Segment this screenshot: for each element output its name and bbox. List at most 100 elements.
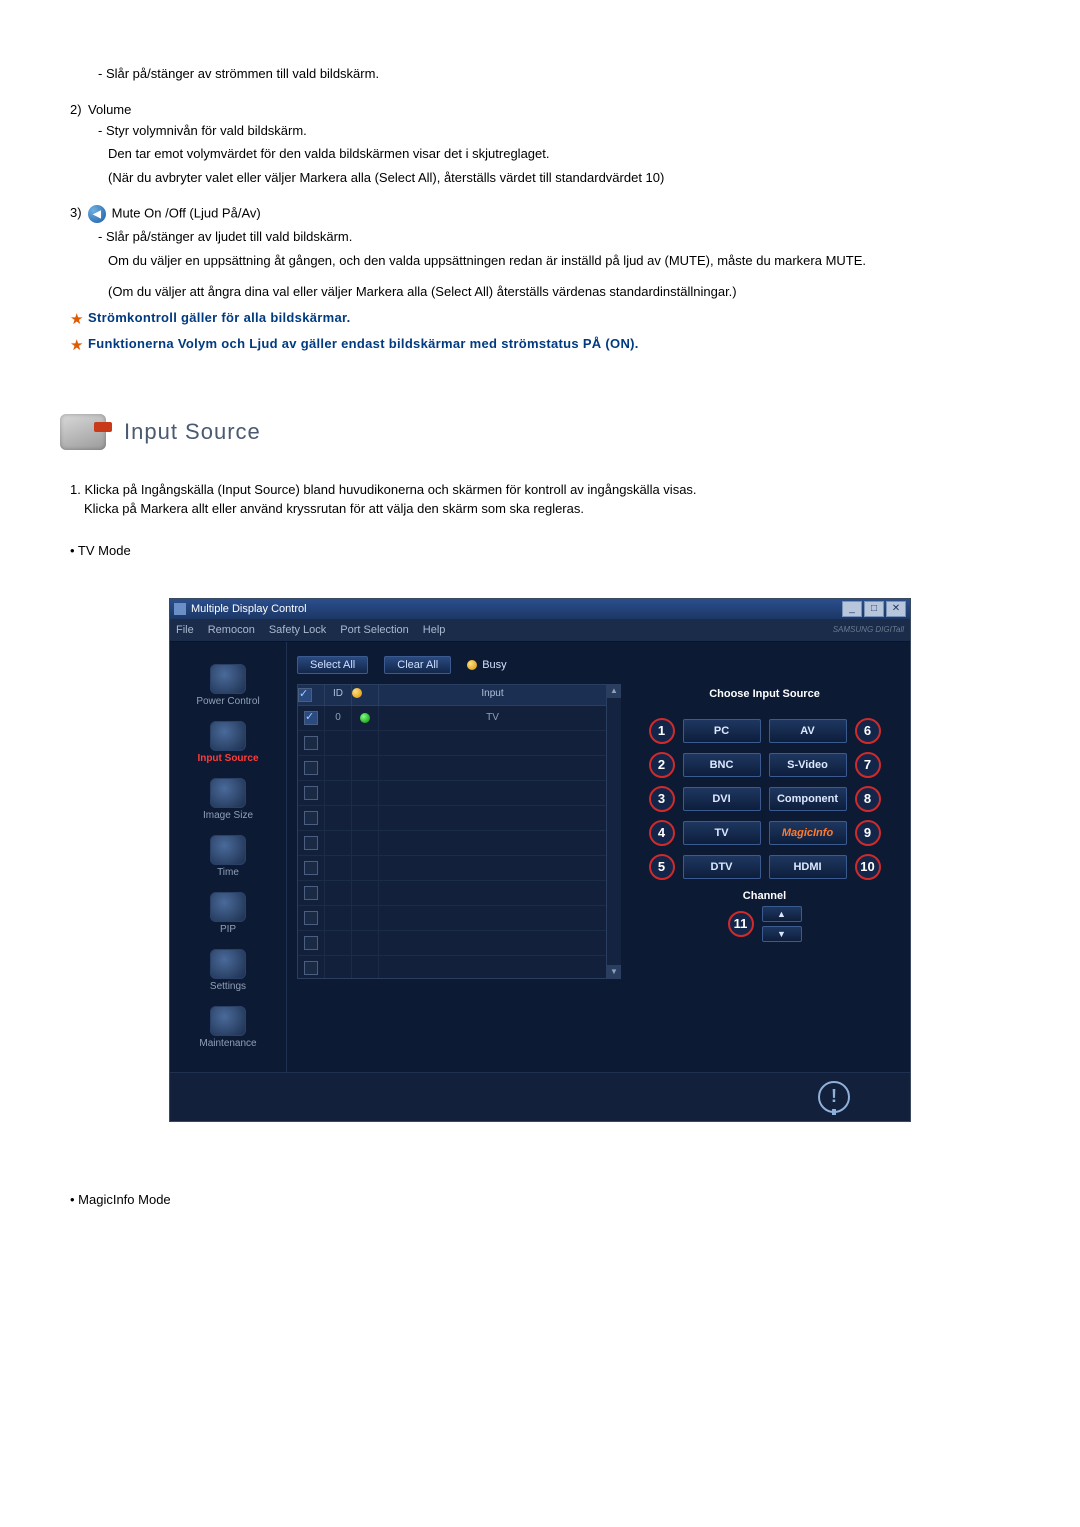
source-component-button[interactable]: Component (769, 787, 847, 811)
item-3-number: 3) (70, 205, 88, 223)
callout-2: 2 (649, 752, 675, 778)
input-source-icon (210, 721, 246, 751)
panel-title: Choose Input Source (629, 688, 900, 700)
titlebar: Multiple Display Control _ □ ✕ (170, 599, 910, 619)
sidebar-item-time[interactable]: Time (170, 831, 286, 888)
item-3: 3) ◀ Mute On /Off (Ljud På/Av) (70, 205, 1020, 223)
display-grid: ID Input 0 TV (297, 684, 607, 979)
item-3-line-1: - Slår på/stänger av ljudet till vald bi… (98, 227, 1020, 247)
busy-dot-icon (467, 660, 477, 670)
row-checkbox[interactable] (304, 711, 318, 725)
maintenance-icon (210, 1006, 246, 1036)
callout-9: 9 (855, 820, 881, 846)
channel-up-button[interactable]: ▲ (762, 906, 802, 922)
row-checkbox[interactable] (304, 886, 318, 900)
callout-1: 1 (649, 718, 675, 744)
callout-8: 8 (855, 786, 881, 812)
status-ok-icon (360, 713, 370, 723)
table-row[interactable] (298, 856, 606, 881)
scroll-down-button[interactable]: ▼ (607, 965, 621, 979)
scroll-track[interactable] (607, 698, 621, 965)
sidebar-item-input-source[interactable]: Input Source (170, 717, 286, 774)
source-dtv-button[interactable]: DTV (683, 855, 761, 879)
menu-port-selection[interactable]: Port Selection (340, 624, 408, 636)
sidebar-item-pip[interactable]: PIP (170, 888, 286, 945)
menu-safety-lock[interactable]: Safety Lock (269, 624, 326, 636)
source-magicinfo-button[interactable]: MagicInfo (769, 821, 847, 845)
source-pc-button[interactable]: PC (683, 719, 761, 743)
row-checkbox[interactable] (304, 961, 318, 975)
sidebar-item-label: Image Size (170, 810, 286, 821)
scroll-up-button[interactable]: ▲ (607, 684, 621, 698)
sidebar-item-image-size[interactable]: Image Size (170, 774, 286, 831)
brand-logo: SAMSUNG DIGITall (833, 625, 904, 634)
table-row[interactable] (298, 906, 606, 931)
sidebar-item-settings[interactable]: Settings (170, 945, 286, 1002)
minimize-button[interactable]: _ (842, 601, 862, 617)
bullet-magicinfo-mode: • MagicInfo Mode (70, 1192, 1020, 1207)
grid-scrollbar[interactable]: ▲ ▼ (607, 684, 621, 979)
main-area: Select All Clear All Busy ID (287, 642, 910, 1072)
row-checkbox[interactable] (304, 911, 318, 925)
cell-id: 0 (325, 706, 352, 730)
source-bnc-button[interactable]: BNC (683, 753, 761, 777)
select-all-button[interactable]: Select All (297, 656, 368, 674)
maximize-button[interactable]: □ (864, 601, 884, 617)
source-av-button[interactable]: AV (769, 719, 847, 743)
menu-help[interactable]: Help (423, 624, 446, 636)
row-checkbox[interactable] (304, 936, 318, 950)
col-checkbox[interactable] (298, 685, 325, 705)
item-2-number: 2) (70, 102, 88, 117)
star-icon: ★ (70, 336, 88, 354)
callout-5: 5 (649, 854, 675, 880)
header-checkbox[interactable] (298, 688, 312, 702)
item-2-line-2: Den tar emot volymvärdet för den valda b… (108, 144, 1020, 164)
row-checkbox[interactable] (304, 861, 318, 875)
sidebar-item-label: Maintenance (170, 1038, 286, 1049)
status-bar: ! (170, 1072, 910, 1121)
item-3-line-3: (Om du väljer att ångra dina val eller v… (108, 282, 1020, 302)
table-row[interactable] (298, 956, 606, 978)
callout-7: 7 (855, 752, 881, 778)
section-paragraph-1: 1. Klicka på Ingångskälla (Input Source)… (70, 480, 1020, 519)
table-row[interactable] (298, 756, 606, 781)
pip-icon (210, 892, 246, 922)
row-checkbox[interactable] (304, 736, 318, 750)
app-icon (174, 603, 186, 615)
table-row[interactable] (298, 931, 606, 956)
power-icon (210, 664, 246, 694)
item-2-title: Volume (88, 102, 1020, 117)
menu-file[interactable]: File (176, 624, 194, 636)
row-checkbox[interactable] (304, 836, 318, 850)
toolbar: Select All Clear All Busy (297, 656, 900, 674)
row-checkbox[interactable] (304, 811, 318, 825)
row-checkbox[interactable] (304, 761, 318, 775)
status-icon (352, 688, 362, 698)
sidebar-item-power[interactable]: Power Control (170, 660, 286, 717)
row-checkbox[interactable] (304, 786, 318, 800)
item-2: 2) Volume (70, 102, 1020, 117)
table-row[interactable] (298, 731, 606, 756)
cell-input: TV (379, 706, 606, 730)
clear-all-button[interactable]: Clear All (384, 656, 451, 674)
source-hdmi-button[interactable]: HDMI (769, 855, 847, 879)
table-row[interactable] (298, 781, 606, 806)
col-input: Input (379, 685, 606, 705)
table-row[interactable] (298, 831, 606, 856)
source-dvi-button[interactable]: DVI (683, 787, 761, 811)
table-row[interactable]: 0 TV (298, 706, 606, 731)
menubar: File Remocon Safety Lock Port Selection … (170, 619, 910, 642)
menu-remocon[interactable]: Remocon (208, 624, 255, 636)
sidebar-item-label: Settings (170, 981, 286, 992)
source-svideo-button[interactable]: S-Video (769, 753, 847, 777)
table-row[interactable] (298, 881, 606, 906)
close-button[interactable]: ✕ (886, 601, 906, 617)
note-2-text: Funktionerna Volym och Ljud av gäller en… (88, 336, 639, 354)
channel-label: Channel (629, 890, 900, 902)
time-icon (210, 835, 246, 865)
callout-10: 10 (855, 854, 881, 880)
source-tv-button[interactable]: TV (683, 821, 761, 845)
channel-down-button[interactable]: ▼ (762, 926, 802, 942)
table-row[interactable] (298, 806, 606, 831)
sidebar-item-maintenance[interactable]: Maintenance (170, 1002, 286, 1059)
